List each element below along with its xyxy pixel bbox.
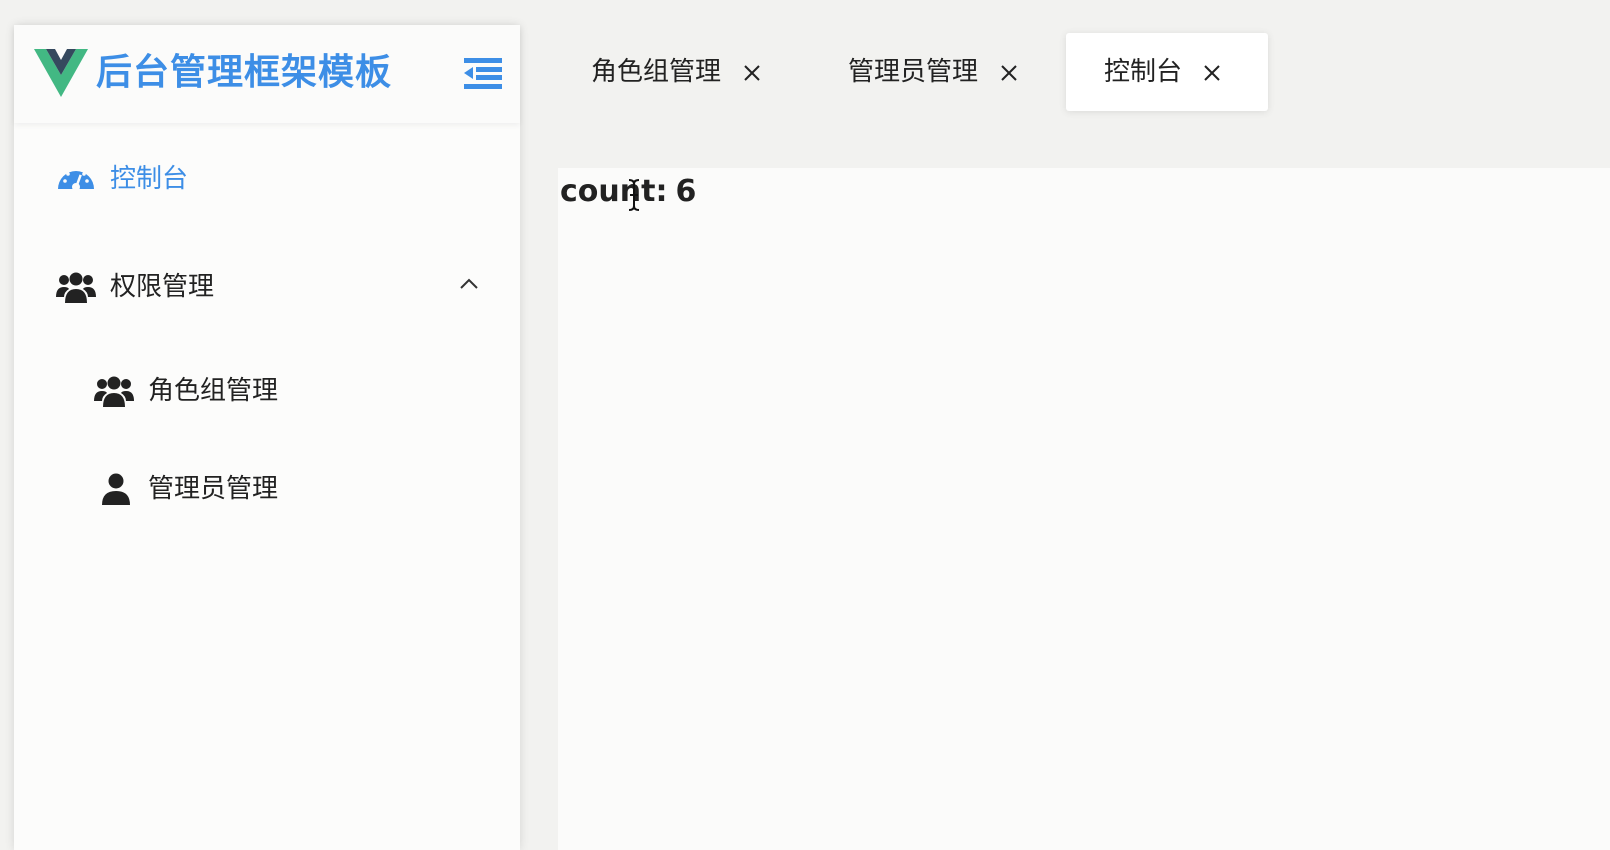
tab-roles[interactable]: 角色组管理 (540, 33, 790, 111)
brand-header: 后台管理框架模板 (14, 25, 520, 123)
sidebar: 后台管理框架模板 控制台 权限管理 角色组管理 管理员管理 (14, 25, 520, 850)
user-icon (102, 473, 130, 505)
menu-fold-icon[interactable] (464, 57, 502, 89)
brand-title: 后台管理框架模板 (96, 52, 393, 93)
sidebar-subitem-label: 管理员管理 (148, 474, 279, 504)
tab-dashboard[interactable]: 控制台 (1066, 33, 1268, 111)
count-label: count: (560, 174, 668, 209)
close-icon[interactable] (999, 63, 1019, 83)
text-cursor-icon (628, 179, 640, 211)
chevron-up-icon (460, 278, 478, 289)
users-icon (56, 272, 96, 303)
tab-label: 角色组管理 (591, 57, 722, 87)
tab-label: 管理员管理 (848, 57, 979, 87)
count-value: 6 (675, 174, 697, 209)
tab-label: 控制台 (1104, 57, 1183, 87)
sidebar-subitem-admins[interactable]: 管理员管理 (14, 459, 520, 519)
sidebar-item-dashboard[interactable]: 控制台 (14, 149, 520, 209)
tab-admins[interactable]: 管理员管理 (802, 33, 1052, 111)
close-icon[interactable] (1202, 63, 1222, 83)
sidebar-subitem-label: 角色组管理 (148, 376, 279, 406)
sidebar-item-permissions[interactable]: 权限管理 (14, 257, 520, 317)
tab-bar: 角色组管理 管理员管理 控制台 (540, 33, 1610, 111)
main-content: count: 6 (558, 168, 1610, 850)
users-icon (94, 376, 134, 407)
close-icon[interactable] (742, 63, 762, 83)
dashboard-icon (58, 171, 94, 191)
app-root: 后台管理框架模板 控制台 权限管理 角色组管理 管理员管理 角色组管理 管理员管… (0, 0, 1610, 850)
sidebar-item-label: 权限管理 (110, 272, 215, 302)
sidebar-subitem-roles[interactable]: 角色组管理 (14, 361, 520, 421)
sidebar-item-label: 控制台 (110, 164, 189, 194)
vue-logo-icon (34, 49, 88, 97)
